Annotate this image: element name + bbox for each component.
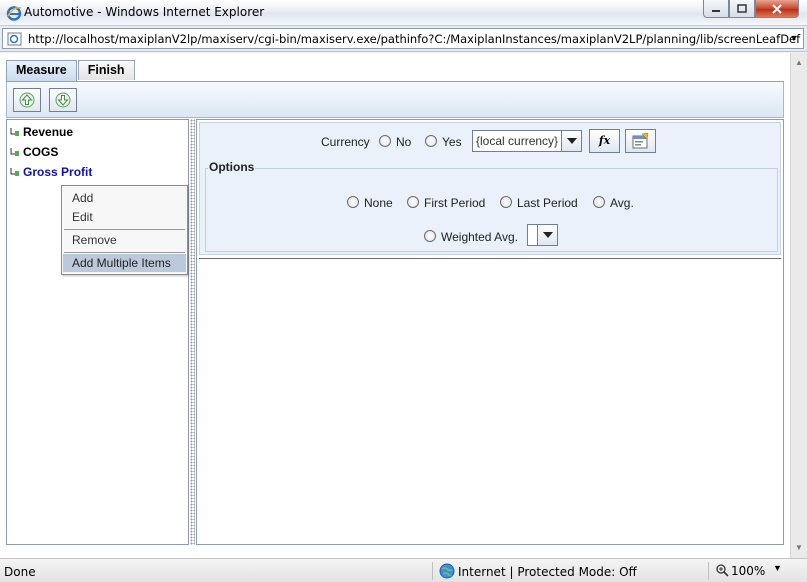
window-controls bbox=[703, 0, 799, 19]
option-weighted-avg-radio[interactable] bbox=[424, 230, 436, 242]
zoom-level[interactable]: 100% bbox=[731, 564, 765, 578]
status-separator bbox=[432, 562, 433, 580]
security-zone[interactable]: Internet | Protected Mode: Off bbox=[458, 565, 637, 579]
menu-item-add[interactable]: Add bbox=[63, 189, 186, 207]
option-first-period-label: First Period bbox=[424, 196, 486, 210]
url-field[interactable]: http://localhost/maxiplanV2lp/maxiserv/c… bbox=[2, 28, 804, 49]
context-menu: Add Edit Remove Add Multiple Items bbox=[61, 185, 188, 275]
properties-icon bbox=[632, 132, 648, 149]
toolbar bbox=[6, 82, 784, 118]
leaf-icon bbox=[10, 148, 19, 156]
tab-measure[interactable]: Measure bbox=[6, 60, 77, 82]
currency-select-value: {local currency} bbox=[476, 134, 559, 148]
option-last-period-label: Last Period bbox=[517, 196, 578, 210]
fx-icon: fx bbox=[598, 134, 611, 147]
tree-item-label: COGS bbox=[23, 145, 59, 159]
tree-item-label: Revenue bbox=[23, 125, 74, 139]
currency-dropdown-button[interactable] bbox=[561, 131, 581, 151]
zoom-dropdown-icon[interactable]: ▼ bbox=[773, 563, 782, 573]
globe-icon bbox=[439, 563, 455, 579]
properties-form: Currency No Yes {local currency} fx Opti… bbox=[199, 122, 781, 255]
currency-row: Currency No Yes {local currency} fx bbox=[200, 129, 782, 154]
status-bar: Done Internet | Protected Mode: Off 100%… bbox=[0, 558, 807, 582]
menu-item-remove[interactable]: Remove bbox=[63, 231, 186, 249]
leaf-icon bbox=[10, 128, 19, 136]
option-avg-label: Avg. bbox=[610, 196, 634, 210]
zoom-icon bbox=[716, 564, 729, 577]
minimize-button[interactable] bbox=[703, 0, 729, 18]
currency-yes-label: Yes bbox=[442, 135, 462, 149]
menu-separator bbox=[64, 229, 185, 230]
move-up-button[interactable] bbox=[13, 88, 41, 112]
menu-separator bbox=[64, 252, 185, 253]
url-text: http://localhost/maxiplanV2lp/maxiserv/c… bbox=[28, 32, 801, 46]
properties-button[interactable] bbox=[625, 129, 656, 153]
options-legend: Options bbox=[208, 160, 256, 174]
option-avg-radio[interactable] bbox=[593, 196, 605, 208]
weighted-avg-dropdown-button[interactable] bbox=[537, 225, 557, 245]
status-separator bbox=[708, 562, 709, 580]
panel-splitter[interactable] bbox=[190, 119, 195, 545]
leaf-icon bbox=[10, 168, 19, 176]
app-panel: Measure Finish Revenue COGS Gross Profit… bbox=[2, 57, 786, 553]
menu-item-edit[interactable]: Edit bbox=[63, 208, 186, 226]
option-last-period-radio[interactable] bbox=[500, 196, 512, 208]
currency-label: Currency bbox=[321, 135, 370, 149]
option-weighted-avg-label: Weighted Avg. bbox=[441, 230, 518, 244]
page-content: Measure Finish Revenue COGS Gross Profit… bbox=[0, 53, 807, 558]
formula-button[interactable]: fx bbox=[589, 129, 620, 153]
window-title: Automotive - Windows Internet Explorer bbox=[24, 5, 265, 19]
close-button[interactable] bbox=[755, 0, 799, 18]
address-bar: http://localhost/maxiplanV2lp/maxiserv/c… bbox=[0, 26, 807, 52]
scroll-up-icon[interactable]: ▲ bbox=[791, 55, 807, 71]
currency-no-label: No bbox=[396, 135, 412, 149]
scroll-down-icon[interactable]: ▼ bbox=[791, 540, 807, 556]
option-none-radio[interactable] bbox=[347, 196, 359, 208]
maximize-button[interactable] bbox=[729, 0, 755, 18]
currency-no-radio[interactable] bbox=[379, 135, 391, 147]
detail-area bbox=[199, 258, 781, 542]
chevron-down-icon bbox=[543, 232, 553, 238]
weighted-avg-select[interactable] bbox=[527, 224, 558, 246]
currency-select[interactable]: {local currency} bbox=[472, 130, 582, 152]
properties-panel: Currency No Yes {local currency} fx Opti… bbox=[196, 119, 784, 545]
tree-item-revenue[interactable]: Revenue bbox=[10, 123, 73, 141]
chevron-down-icon bbox=[567, 138, 577, 144]
tree-item-cogs[interactable]: COGS bbox=[10, 143, 58, 161]
minimize-icon bbox=[712, 9, 720, 12]
vertical-scrollbar[interactable]: ▲ ▼ bbox=[790, 53, 807, 558]
url-dropdown-icon[interactable]: ▼ bbox=[787, 31, 801, 46]
arrow-down-icon bbox=[55, 92, 71, 108]
tab-strip: Measure Finish bbox=[6, 60, 136, 82]
tree-item-label: Gross Profit bbox=[23, 165, 93, 179]
ie-logo-icon bbox=[6, 6, 22, 21]
option-none-label: None bbox=[364, 196, 393, 210]
status-text: Done bbox=[4, 565, 36, 579]
page-icon bbox=[7, 32, 22, 46]
tree-item-gross-profit[interactable]: Gross Profit bbox=[10, 163, 92, 181]
move-down-button[interactable] bbox=[49, 88, 77, 112]
currency-yes-radio[interactable] bbox=[425, 135, 437, 147]
close-icon bbox=[772, 3, 782, 14]
arrow-up-icon bbox=[19, 92, 35, 108]
tab-finish[interactable]: Finish bbox=[77, 60, 135, 80]
title-bar: Automotive - Windows Internet Explorer bbox=[0, 0, 807, 26]
menu-item-add-multiple[interactable]: Add Multiple Items bbox=[63, 254, 186, 272]
maximize-icon bbox=[737, 4, 747, 13]
option-first-period-radio[interactable] bbox=[407, 196, 419, 208]
measure-tree: Revenue COGS Gross Profit bbox=[6, 119, 189, 545]
